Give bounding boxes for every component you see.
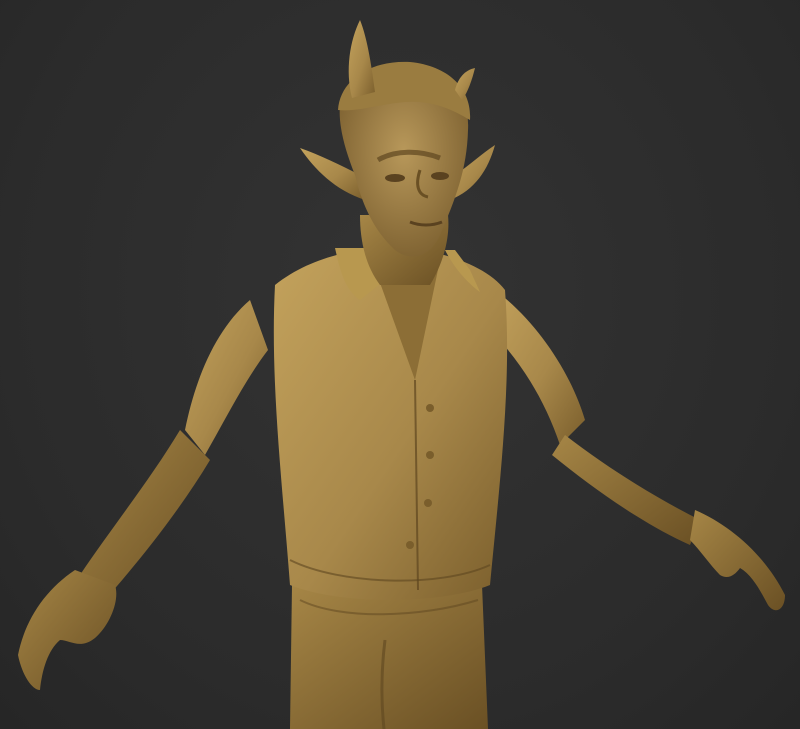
- vest: [273, 248, 508, 600]
- pants: [290, 585, 488, 729]
- clay-render: [18, 20, 785, 729]
- left-horn: [348, 20, 375, 98]
- sculpt-viewport: [0, 0, 800, 729]
- right-hand: [690, 510, 785, 611]
- head: [300, 20, 495, 257]
- left-hand: [18, 570, 117, 690]
- right-arm: [490, 290, 785, 611]
- left-arm: [18, 300, 268, 690]
